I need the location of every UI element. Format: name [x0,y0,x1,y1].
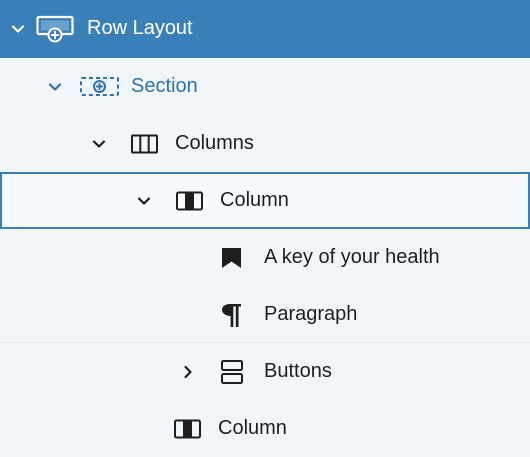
column-icon [175,172,205,229]
tree-item-section[interactable]: Section [0,58,530,115]
tree-item-heading[interactable]: A key of your health [0,229,530,286]
tree-item-column[interactable]: Column [0,172,530,229]
chevron-right-icon[interactable] [180,343,196,400]
tree-item-label: Paragraph [264,303,358,325]
section-icon [79,58,121,115]
tree-item-column[interactable]: Column [0,400,530,457]
columns-icon [130,115,160,172]
tree-item-label: Buttons [264,360,332,382]
chevron-down-icon[interactable] [91,115,107,172]
tree-item-label: Columns [175,132,254,154]
paragraph-icon [219,286,245,343]
tree-item-columns[interactable]: Columns [0,115,530,172]
bookmark-icon [219,229,245,286]
tree-item-label: Section [131,75,198,97]
column-icon [173,400,203,457]
chevron-down-icon[interactable] [136,172,152,229]
chevron-down-icon[interactable] [47,58,63,115]
buttons-icon [218,343,246,400]
tree-item-label: A key of your health [264,246,440,268]
tree-item-paragraph[interactable]: Paragraph [0,286,530,343]
block-list-tree: Row Layout Section Columns Column A key … [0,0,530,456]
tree-item-row-layout[interactable]: Row Layout [0,0,530,58]
tree-item-label: Row Layout [87,17,193,39]
tree-item-label: Column [220,189,289,211]
chevron-down-icon[interactable] [10,0,26,57]
tree-item-buttons[interactable]: Buttons [0,343,530,400]
tree-item-label: Column [218,417,287,439]
row-layout-icon [36,0,76,57]
